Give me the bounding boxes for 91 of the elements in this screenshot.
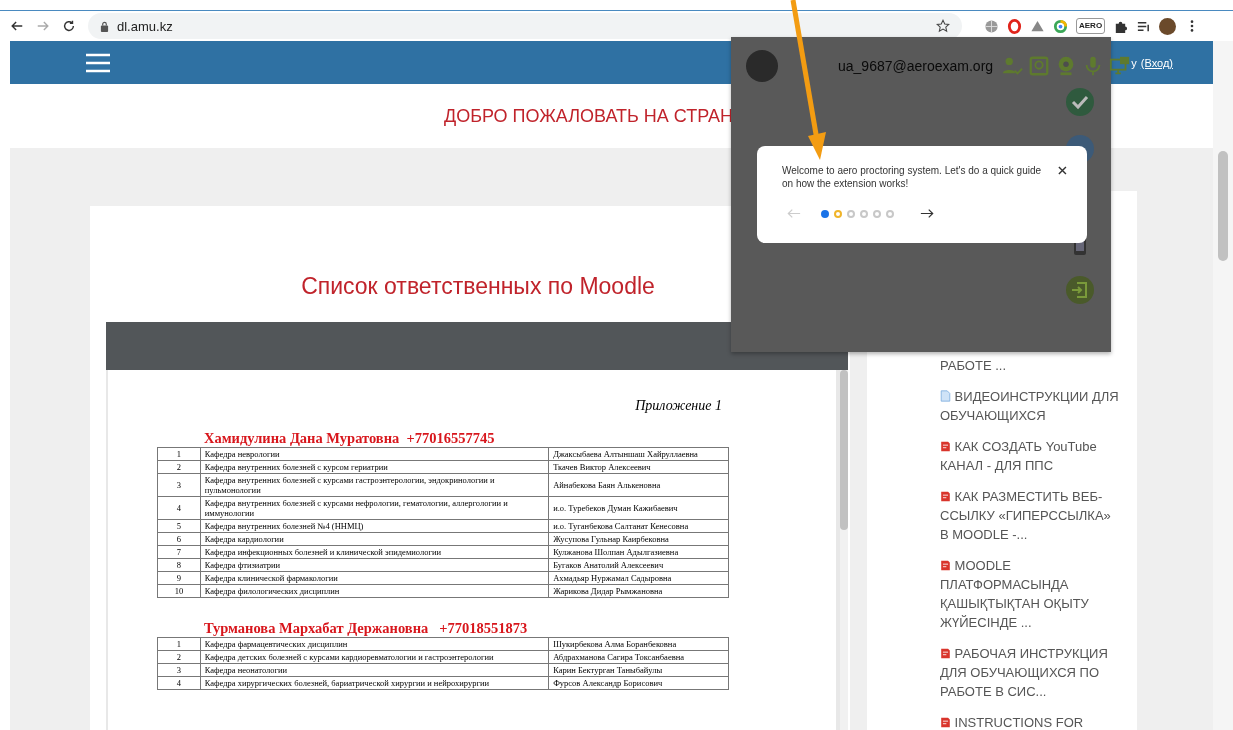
table-cell: Кафедра неонатологии — [200, 663, 549, 677]
step-dot[interactable] — [886, 209, 894, 218]
table-cell: 4 — [157, 676, 201, 690]
table-cell: 7 — [157, 545, 201, 559]
profile-avatar[interactable] — [1159, 17, 1177, 35]
table-cell: Кафедра внутренних болезней №4 (ННМЦ) — [200, 519, 549, 533]
table-cell: Жарикова Дидар Рымжановна — [548, 584, 729, 598]
table-cell: Карин Бектурган Таныбайулы — [548, 663, 729, 677]
appendix-label: Приложение 1 — [634, 398, 723, 414]
login-link[interactable]: (Вход) — [1140, 56, 1173, 69]
table-cell: Кафедра внутренних болезней с курсами гастроэнтерологии, эндокринологии и пульмонологии — [200, 473, 549, 497]
table-cell: Кафедра фармацевтических дисциплин — [200, 637, 549, 651]
ring-icon[interactable] — [1007, 18, 1022, 34]
table-cell: Кулжанова Шолпан Адылгазиевна — [548, 545, 729, 559]
table-cell: Кафедра хирургических болезней, бариатрической хирургии и нейрохирургии — [200, 676, 549, 690]
sidebar-link[interactable]: РАБОЧАЯ ИНСТРУКЦИЯ ДЛЯ ОБУЧАЮЩИХСЯ ПО РАБОТЕ В СИС... — [940, 644, 1120, 701]
table-cell: Кафедра филологических дисциплин — [200, 584, 549, 598]
url-text: dl.amu.kz — [117, 18, 174, 34]
page-scrollbar[interactable] — [1213, 41, 1233, 730]
table-cell: 5 — [157, 519, 201, 533]
tour-message: Welcome to aero proctoring system. Let's do a quick guide on how the extension works! — [782, 164, 1043, 190]
table-cell: 1 — [157, 637, 201, 651]
lock-icon — [100, 20, 109, 32]
star-icon[interactable] — [936, 19, 950, 33]
pdf-icon — [940, 440, 951, 452]
user-email: ua_9687@aeroexam.org — [838, 58, 994, 74]
step-dot[interactable] — [860, 209, 868, 218]
table-cell: и.о. Туганбекова Салтанат Кенесовна — [548, 519, 729, 533]
table-cell: Айнабекова Баян Алькеновна — [548, 473, 729, 497]
check-circle-icon[interactable] — [1065, 87, 1095, 117]
sidebar-link[interactable]: КАК РАЗМЕСТИТЬ ВЕБ-ССЫЛКУ «ГИПЕРССЫЛКА» В MOODLE -... — [940, 487, 1120, 544]
document-icon — [940, 390, 951, 402]
table-cell: Кафедра инфекционных болезней и клинической эпидемиологии — [200, 545, 549, 559]
table-cell: 1 — [157, 447, 201, 461]
sidebar-link[interactable]: РАБОТЕ ... — [940, 356, 1120, 375]
sidebar-link[interactable]: ВИДЕОИНСТРУКЦИИ ДЛЯ ОБУЧАЮЩИХСЯ — [940, 387, 1120, 425]
table-cell: Кафедра клинической фармакологии — [200, 571, 549, 585]
step-dot[interactable] — [834, 209, 842, 218]
step-dot[interactable] — [847, 209, 855, 218]
reload-icon[interactable] — [62, 19, 76, 33]
table-cell: и.о. Туребеков Думан Кажибаевич — [548, 496, 729, 520]
table-cell: Кафедра детских болезней с курсами кардиоревматологии и гастроэнтерологии — [200, 650, 549, 664]
close-icon[interactable] — [1058, 166, 1067, 175]
table-cell: 8 — [157, 558, 201, 572]
table-cell: Жусупова Гульнар Каирбековна — [548, 532, 729, 546]
table-cell: 9 — [157, 571, 201, 585]
table-cell: 4 — [157, 496, 201, 520]
table-cell: Джаксыбаева Алтыншаш Хайруллаевна — [548, 447, 729, 461]
sidebar-link[interactable]: MOODLE ПЛАТФОРМАСЫНДА ҚАШЫҚТЫҚТАН ОҚЫТУ ЖҮЙЕСІНДЕ ... — [940, 556, 1120, 632]
table-cell: 6 — [157, 532, 201, 546]
step-dot[interactable] — [821, 209, 829, 218]
pdf-icon — [940, 559, 951, 571]
colored-ring-icon[interactable] — [1053, 18, 1068, 34]
section-heading: Турманова Мархабат Держановна +77018551873 — [203, 620, 529, 637]
sidebar-link[interactable]: КАК СОЗДАТЬ YouTube КАНАЛ - ДЛЯ ППС — [940, 437, 1120, 475]
viewer-scrollbar[interactable] — [840, 370, 848, 730]
pdf-icon — [940, 647, 951, 659]
table-cell: 3 — [157, 663, 201, 677]
section-heading: Хамидулина Дана Муратовна +77016557745 — [203, 430, 496, 447]
table-cell: Ткачев Виктор Алексеевич — [548, 460, 729, 474]
table-cell: Фурсов Александр Борисович — [548, 676, 729, 690]
login-text: у — [1131, 56, 1137, 69]
next-arrow-icon[interactable] — [920, 208, 934, 219]
table-cell: Кафедра внутренних болезней с курсом гериатрии — [200, 460, 549, 474]
table-cell: Кафедра внутренних болезней с курсами нефрологии, гематологии, аллергологии и иммунологии — [200, 496, 549, 520]
table-cell: 10 — [157, 584, 201, 598]
address-bar[interactable]: dl.amu.kz — [88, 13, 962, 39]
table-cell: Шукирбекова Алма Боранбековна — [548, 637, 729, 651]
sidebar-link[interactable]: INSTRUCTIONS FOR — [940, 713, 1120, 730]
globe-icon[interactable] — [984, 18, 999, 34]
exit-icon[interactable] — [1065, 275, 1095, 305]
triangle-icon[interactable] — [1030, 18, 1045, 34]
back-icon[interactable] — [10, 19, 24, 33]
table-cell: Кафедра кардиологии — [200, 532, 549, 546]
extension-badge[interactable]: AERO — [1076, 18, 1106, 34]
table-cell: 2 — [157, 650, 201, 664]
table-cell: Абдрахманова Сагира Токсанбаевна — [548, 650, 729, 664]
table-cell: Ахмадьяр Нуржамал Садыровна — [548, 571, 729, 585]
menu-icon[interactable] — [86, 52, 110, 73]
table-cell: 3 — [157, 473, 201, 497]
pdf-icon — [940, 490, 951, 502]
table-cell: Бугаков Анатолий Алексеевич — [548, 558, 729, 572]
page-title: Список ответственных по Moodle — [300, 273, 656, 300]
menu-dots-icon[interactable] — [1190, 19, 1195, 33]
forward-icon[interactable] — [36, 19, 50, 33]
table-cell: 2 — [157, 460, 201, 474]
table-cell: Кафедра фтизиатрии — [200, 558, 549, 572]
table-cell: Кафедра неврологии — [200, 447, 549, 461]
user-avatar — [746, 50, 778, 82]
person-check-icon[interactable] — [1001, 55, 1024, 77]
step-dot[interactable] — [873, 209, 881, 218]
